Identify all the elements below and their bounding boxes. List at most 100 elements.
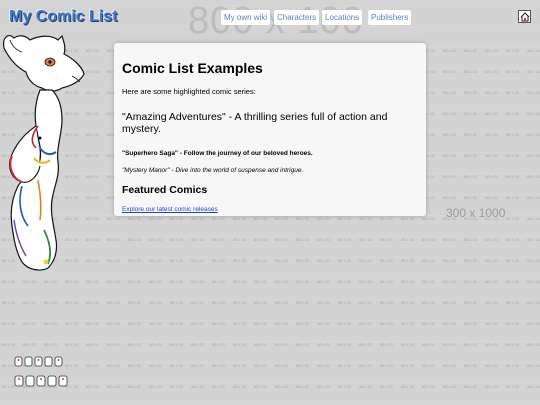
- placeholder-tile: 88 x 31: [401, 384, 415, 389]
- placeholder-tile: 88 x 31: [527, 111, 540, 116]
- placeholder-tile: 88 x 31: [401, 363, 415, 368]
- placeholder-tile: 88 x 31: [317, 258, 331, 263]
- placeholder-tile: 88 x 31: [380, 300, 394, 305]
- placeholder-tile: 88 x 31: [212, 237, 226, 242]
- placeholder-tile: 88 x 31: [485, 384, 499, 389]
- placeholder-tile: 88 x 31: [464, 363, 478, 368]
- placeholder-tile: 88 x 31: [506, 258, 520, 263]
- comic-item-mystery-manor: "Mystery Manor" - Dive into the world of…: [122, 167, 304, 174]
- placeholder-tile: 88 x 31: [464, 153, 478, 158]
- placeholder-tile: 88 x 31: [485, 321, 499, 326]
- placeholder-tile: 88 x 31: [401, 237, 415, 242]
- placeholder-tile: 88 x 31: [212, 258, 226, 263]
- placeholder-tile: 88 x 31: [212, 279, 226, 284]
- placeholder-tile: 88 x 31: [485, 174, 499, 179]
- placeholder-tile: 88 x 31: [212, 342, 226, 347]
- featured-comics-heading: Featured Comics: [122, 184, 208, 196]
- placeholder-tile: 88 x 31: [464, 258, 478, 263]
- placeholder-tile: 88 x 31: [527, 300, 540, 305]
- placeholder-tile: 88 x 31: [380, 321, 394, 326]
- nav-link-publishers[interactable]: Publishers: [368, 10, 412, 25]
- placeholder-tile: 88 x 31: [443, 153, 457, 158]
- placeholder-tile: 88 x 31: [485, 300, 499, 305]
- placeholder-tile: 88 x 31: [485, 279, 499, 284]
- placeholder-tile: 88 x 31: [107, 321, 121, 326]
- placeholder-tile: 88 x 31: [212, 300, 226, 305]
- placeholder-tile: 88 x 31: [317, 279, 331, 284]
- placeholder-tile: 88 x 31: [191, 321, 205, 326]
- placeholder-tile: 88 x 31: [527, 69, 540, 74]
- placeholder-tile: 88 x 31: [338, 384, 352, 389]
- placeholder-tile: 88 x 31: [359, 300, 373, 305]
- placeholder-tile: 88 x 31: [275, 384, 289, 389]
- placeholder-tile: 88 x 31: [380, 279, 394, 284]
- placeholder-tile: 88 x 31: [317, 237, 331, 242]
- placeholder-tile: 88 x 31: [506, 174, 520, 179]
- placeholder-tile: 88 x 31: [275, 321, 289, 326]
- placeholder-tile: 88 x 31: [338, 258, 352, 263]
- placeholder-tile: 88 x 31: [254, 363, 268, 368]
- placeholder-tile: 88 x 31: [254, 384, 268, 389]
- placeholder-tile: 88 x 31: [527, 384, 540, 389]
- placeholder-tile: 88 x 31: [380, 363, 394, 368]
- placeholder-tile: 88 x 31: [485, 111, 499, 116]
- placeholder-tile: 88 x 31: [380, 384, 394, 389]
- placeholder-tile: 88 x 31: [149, 300, 163, 305]
- placeholder-tile: 88 x 31: [401, 279, 415, 284]
- placeholder-tile: 88 x 31: [191, 258, 205, 263]
- placeholder-tile: 88 x 31: [485, 69, 499, 74]
- home-button[interactable]: [518, 10, 531, 23]
- placeholder-tile: 88 x 31: [233, 216, 247, 221]
- placeholder-tile: 88 x 31: [65, 321, 79, 326]
- placeholder-tile: 88 x 31: [170, 363, 184, 368]
- placeholder-tile: 88 x 31: [191, 363, 205, 368]
- placeholder-tile: 88 x 31: [107, 300, 121, 305]
- placeholder-tile: 88 x 31: [275, 216, 289, 221]
- placeholder-tile: 88 x 31: [44, 300, 58, 305]
- placeholder-tile: 88 x 31: [128, 363, 142, 368]
- placeholder-tile: 88 x 31: [65, 300, 79, 305]
- placeholder-tile: 88 x 31: [107, 384, 121, 389]
- placeholder-tile: 88 x 31: [2, 300, 16, 305]
- placeholder-tile: 88 x 31: [443, 69, 457, 74]
- site-title[interactable]: My Comic List: [9, 8, 117, 26]
- placeholder-tile: 88 x 31: [338, 363, 352, 368]
- placeholder-tile: 88 x 31: [485, 132, 499, 137]
- placeholder-tile: 88 x 31: [107, 258, 121, 263]
- nav-link-locations[interactable]: Locations: [322, 10, 363, 25]
- placeholder-tile: 88 x 31: [65, 342, 79, 347]
- placeholder-tile: 88 x 31: [107, 363, 121, 368]
- placeholder-tile: 88 x 31: [485, 342, 499, 347]
- placeholder-tile: 88 x 31: [338, 342, 352, 347]
- placeholder-tile: 88 x 31: [443, 111, 457, 116]
- placeholder-tile: 88 x 31: [233, 321, 247, 326]
- placeholder-tile: 88 x 31: [170, 384, 184, 389]
- placeholder-tile: 88 x 31: [170, 279, 184, 284]
- placeholder-tile: 88 x 31: [506, 321, 520, 326]
- nav-link-characters[interactable]: Characters: [274, 10, 320, 25]
- placeholder-tile: 88 x 31: [149, 237, 163, 242]
- placeholder-tile: 88 x 31: [359, 384, 373, 389]
- placeholder-tile: 88 x 31: [233, 363, 247, 368]
- placeholder-tile: 88 x 31: [86, 279, 100, 284]
- placeholder-tile: 88 x 31: [506, 300, 520, 305]
- placeholder-tile: 88 x 31: [359, 321, 373, 326]
- placeholder-tile: 88 x 31: [296, 363, 310, 368]
- placeholder-tile: 88 x 31: [485, 48, 499, 53]
- placeholder-tile: 88 x 31: [296, 300, 310, 305]
- placeholder-tile: 88 x 31: [86, 342, 100, 347]
- placeholder-tile: 88 x 31: [464, 90, 478, 95]
- placeholder-tile: 88 x 31: [107, 216, 121, 221]
- placeholder-tile: 88 x 31: [443, 384, 457, 389]
- placeholder-tile: 88 x 31: [464, 48, 478, 53]
- placeholder-tile: 88 x 31: [443, 258, 457, 263]
- nav-link-my-own-wiki[interactable]: My own wiki: [221, 10, 271, 25]
- placeholder-tile: 88 x 31: [443, 300, 457, 305]
- placeholder-tile: 88 x 31: [464, 195, 478, 200]
- placeholder-tile: 88 x 31: [275, 279, 289, 284]
- placeholder-tile: 88 x 31: [296, 321, 310, 326]
- placeholder-tile: 88 x 31: [128, 300, 142, 305]
- latest-releases-link[interactable]: Explore our latest comic releases: [122, 206, 218, 213]
- placeholder-tile: 88 x 31: [128, 279, 142, 284]
- placeholder-tile: 88 x 31: [212, 321, 226, 326]
